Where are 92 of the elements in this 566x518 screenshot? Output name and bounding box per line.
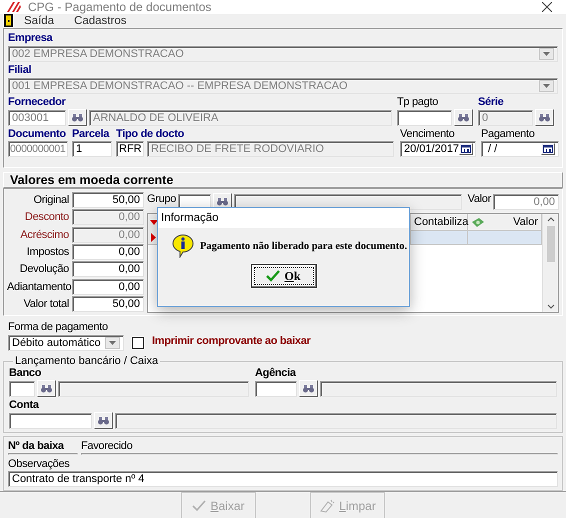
checkbox[interactable] xyxy=(132,337,144,349)
amount-field[interactable]: 0,00 xyxy=(72,244,144,260)
scroll-down-icon[interactable] xyxy=(546,304,554,309)
field-label: Parcela xyxy=(72,128,110,141)
dropdown-button[interactable] xyxy=(539,48,554,60)
field-label: Valor xyxy=(468,193,491,206)
field-label: Série xyxy=(478,96,504,109)
dropdown-button[interactable] xyxy=(105,337,120,349)
field-label: Banco xyxy=(9,367,42,380)
calendar-icon xyxy=(543,145,553,153)
value-label: Devolução xyxy=(18,263,69,276)
field-label: Pagamento xyxy=(481,128,535,141)
date-field[interactable]: 20/01/2017 xyxy=(400,141,476,157)
amount-field[interactable]: 50,00 xyxy=(72,192,144,208)
field-label: Forma de pagamento xyxy=(8,321,108,334)
search-button[interactable] xyxy=(454,109,473,126)
money-icon xyxy=(471,216,485,228)
field-label: Tipo de docto xyxy=(116,128,184,141)
binoculars-icon xyxy=(217,198,228,206)
binoculars-icon xyxy=(458,114,469,122)
search-button[interactable] xyxy=(535,109,554,126)
checkbox-label: Imprimir comprovante ao baixar xyxy=(152,335,310,348)
value-label: Adiantamento xyxy=(7,280,69,293)
date-field[interactable]: / / xyxy=(481,141,559,157)
caret-icon xyxy=(543,52,550,56)
field-label: Conta xyxy=(9,399,40,412)
info-icon xyxy=(172,234,194,258)
field-label: Observações xyxy=(8,458,70,471)
dialog-message: Pagamento não liberado para este documento. xyxy=(200,240,408,252)
section-title: Valores em moeda corrente xyxy=(10,173,174,187)
scroll-up-icon[interactable] xyxy=(546,217,554,222)
check-icon xyxy=(266,270,280,282)
value-label: Valor total xyxy=(22,298,69,310)
value-label: Original xyxy=(32,194,69,206)
input-field: ARNALDO DE OLIVEIRA xyxy=(89,110,392,126)
binoculars-icon xyxy=(41,384,52,392)
window-title: CPG - Pagamento de documentos xyxy=(28,0,212,14)
ok-button[interactable]: Ok xyxy=(250,264,316,288)
input-field[interactable] xyxy=(9,412,92,428)
calendar-button[interactable] xyxy=(541,143,555,155)
scroll-thumb[interactable] xyxy=(546,226,554,262)
amount-field[interactable]: 0,00 xyxy=(72,261,144,278)
sort-down-icon xyxy=(150,220,158,224)
group-title: Lançamento bancário / Caixa xyxy=(14,355,160,367)
field-label: Fornecedor xyxy=(8,96,66,109)
input-field[interactable] xyxy=(397,110,452,126)
calendar-button[interactable] xyxy=(459,143,474,155)
dropdown-button[interactable] xyxy=(539,80,554,92)
field-label: Documento xyxy=(8,128,66,141)
binoculars-icon xyxy=(303,384,314,392)
field-label: Filial xyxy=(8,64,32,77)
dialog-title: Informação xyxy=(161,212,219,224)
amount-field[interactable]: 0,00 xyxy=(493,194,559,210)
input-field[interactable]: 0000000001 xyxy=(8,141,68,157)
field-label: Agência xyxy=(255,367,296,380)
input-field[interactable]: 1 xyxy=(72,141,112,157)
caret-icon xyxy=(109,341,116,345)
value-label: Acréscimo xyxy=(19,228,69,241)
search-button[interactable] xyxy=(68,109,87,126)
exit-door-icon[interactable] xyxy=(4,14,13,27)
binoculars-icon xyxy=(539,114,550,122)
input-field[interactable] xyxy=(255,380,297,396)
eraser-icon xyxy=(319,498,336,512)
binoculars-icon xyxy=(98,416,109,424)
field-label: Grupo xyxy=(147,193,176,206)
input-field[interactable]: RFR xyxy=(116,141,144,157)
field-label: Vencimento xyxy=(400,128,454,141)
field-label: Nº da baixa xyxy=(8,440,64,453)
value-label: Desconto xyxy=(24,211,69,224)
value-label: Impostos xyxy=(26,246,69,258)
field-label: Tp pagto xyxy=(397,96,438,109)
payment-dropdown[interactable]: Débito automático xyxy=(8,335,124,351)
amount-field[interactable]: 0,00 xyxy=(72,278,144,295)
check-icon xyxy=(192,500,206,512)
close-icon[interactable] xyxy=(542,2,552,12)
binoculars-icon xyxy=(72,114,83,122)
field-label: Empresa xyxy=(8,32,52,45)
input-field: RECIBO DE FRETE RODOVIARIO xyxy=(147,141,394,157)
amount-field[interactable]: 50,00 xyxy=(72,296,144,312)
scrollbar[interactable] xyxy=(542,214,558,312)
app-logo-icon xyxy=(6,1,22,13)
search-button[interactable] xyxy=(37,380,56,397)
menu-item[interactable]: Saída xyxy=(15,14,64,26)
search-button[interactable] xyxy=(94,412,113,429)
input-field[interactable]: 003001 xyxy=(8,110,66,126)
caret-icon xyxy=(543,84,550,88)
input-field[interactable]: Contrato de transporte nº 4 xyxy=(8,471,558,487)
input-field[interactable] xyxy=(9,380,35,396)
calendar-icon xyxy=(461,145,472,153)
field-label: Favorecido xyxy=(81,440,132,453)
menu-item[interactable]: Cadastros xyxy=(65,14,136,26)
search-button[interactable] xyxy=(299,380,318,397)
